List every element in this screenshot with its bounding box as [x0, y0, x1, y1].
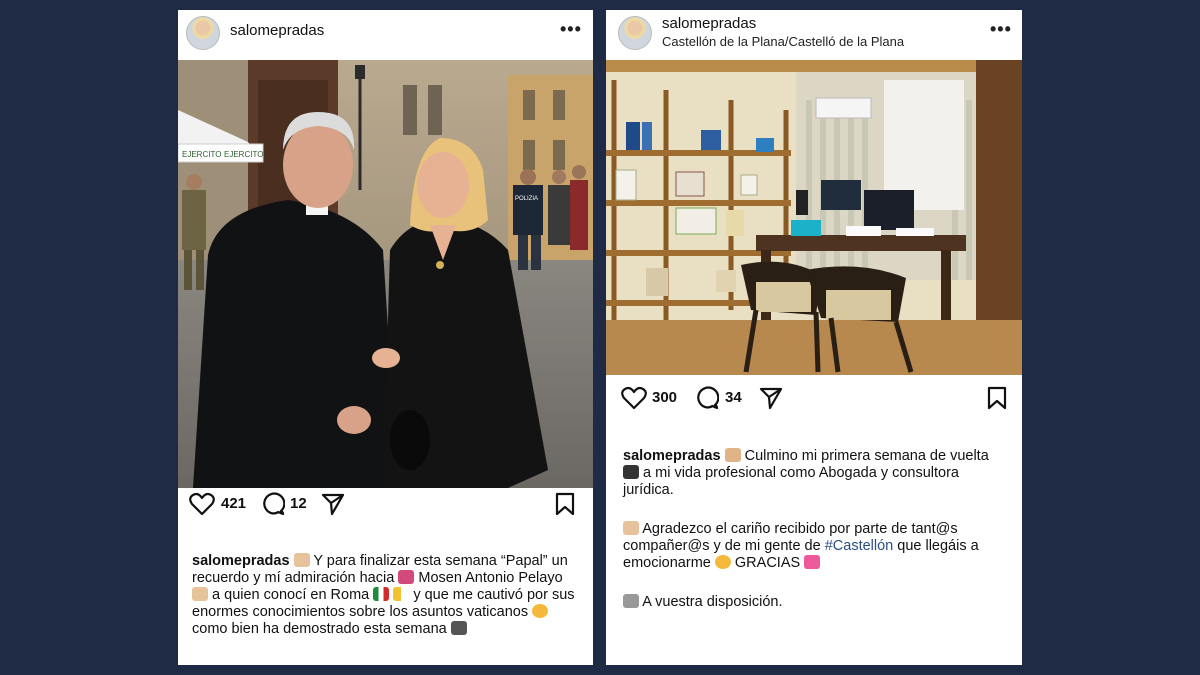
caption-text-6: A vuestra disposición.	[642, 594, 783, 610]
like-heart-icon[interactable]	[621, 386, 647, 410]
post-location[interactable]: Castellón de la Plana/Castelló de la Pla…	[662, 34, 904, 49]
italy-flag-icon	[373, 587, 390, 601]
caption-text-3: a quien conocí en Roma	[212, 587, 370, 603]
praying-hands-icon	[293, 553, 310, 567]
share-send-icon[interactable]	[321, 492, 345, 516]
on-arrow-icon	[623, 465, 639, 479]
post-caption: salomepradas Culmino mi primera semana d…	[623, 448, 1008, 633]
pointing-hand-icon	[192, 587, 208, 601]
comments-count: 12	[290, 495, 307, 512]
caption-paragraph-3: A vuestra disposición.	[623, 594, 1008, 611]
caption-text-1: Culmino mi primera semana de vuelta	[744, 448, 989, 464]
share-send-icon[interactable]	[759, 386, 783, 410]
judge-icon	[724, 448, 741, 462]
tent-sign-text-2: EJERCITO	[224, 150, 263, 159]
church-icon	[398, 570, 415, 584]
post-header: salomepradas Castellón de la Plana/Caste…	[606, 10, 1022, 60]
smiling-face-hearts-icon	[532, 604, 549, 618]
caption-text-5: GRACIAS	[734, 555, 801, 571]
caption-username[interactable]: salomepradas	[192, 553, 290, 569]
pink-heart-icon	[804, 555, 821, 569]
praying-hands-icon	[623, 521, 639, 535]
post-caption: salomepradas Y para finalizar esta seman…	[192, 553, 579, 638]
likes-count: 300	[652, 389, 678, 406]
caption-text-2: a mi vida profesional como Abogada y con…	[623, 465, 959, 498]
like-heart-icon[interactable]	[189, 492, 215, 516]
caption-text-5: como bien ha demostrado esta semana	[192, 621, 447, 637]
post-header: salomepradas •••	[178, 10, 593, 60]
username[interactable]: salomepradas	[662, 15, 756, 32]
username[interactable]: salomepradas	[230, 22, 324, 39]
bookmark-icon[interactable]	[987, 386, 1007, 410]
instagram-post-office: salomepradas Castellón de la Plana/Caste…	[606, 10, 1022, 665]
post-photo[interactable]: EJERCITO EJERCITO POLIZIA	[178, 60, 593, 488]
caption-paragraph-1: salomepradas Culmino mi primera semana d…	[623, 448, 1008, 499]
vatican-flag-icon	[393, 587, 410, 601]
police-vest-text: POLIZIA	[515, 196, 538, 202]
avatar[interactable]	[186, 16, 220, 50]
television-icon	[450, 621, 467, 635]
hashtag-link[interactable]: #Castellón	[825, 538, 894, 554]
comments-count: 34	[725, 389, 742, 406]
likes-count: 421	[221, 495, 247, 512]
balance-scale-icon	[623, 594, 639, 608]
comment-bubble-icon[interactable]	[261, 492, 285, 516]
instagram-post-pope-visit: salomepradas ••• EJERCITO EJERCITO POLIZ…	[178, 10, 593, 665]
more-options-icon[interactable]: •••	[990, 20, 1012, 38]
caption-paragraph-2: Agradezco el cariño recibido por parte d…	[623, 521, 1008, 572]
post-actions-bar: 300 34	[606, 384, 1022, 414]
comment-bubble-icon[interactable]	[695, 386, 719, 410]
avatar[interactable]	[618, 16, 652, 50]
caption-text-2: Mosen Antonio Pelayo	[418, 570, 563, 586]
post-actions-bar: 421 12	[178, 490, 593, 520]
caption-username[interactable]: salomepradas	[623, 448, 721, 464]
teary-face-icon	[714, 555, 731, 569]
bookmark-icon[interactable]	[555, 492, 575, 516]
more-options-icon[interactable]: •••	[560, 20, 582, 38]
tent-sign-text: EJERCITO	[182, 150, 221, 159]
post-photo[interactable]	[606, 60, 1022, 375]
